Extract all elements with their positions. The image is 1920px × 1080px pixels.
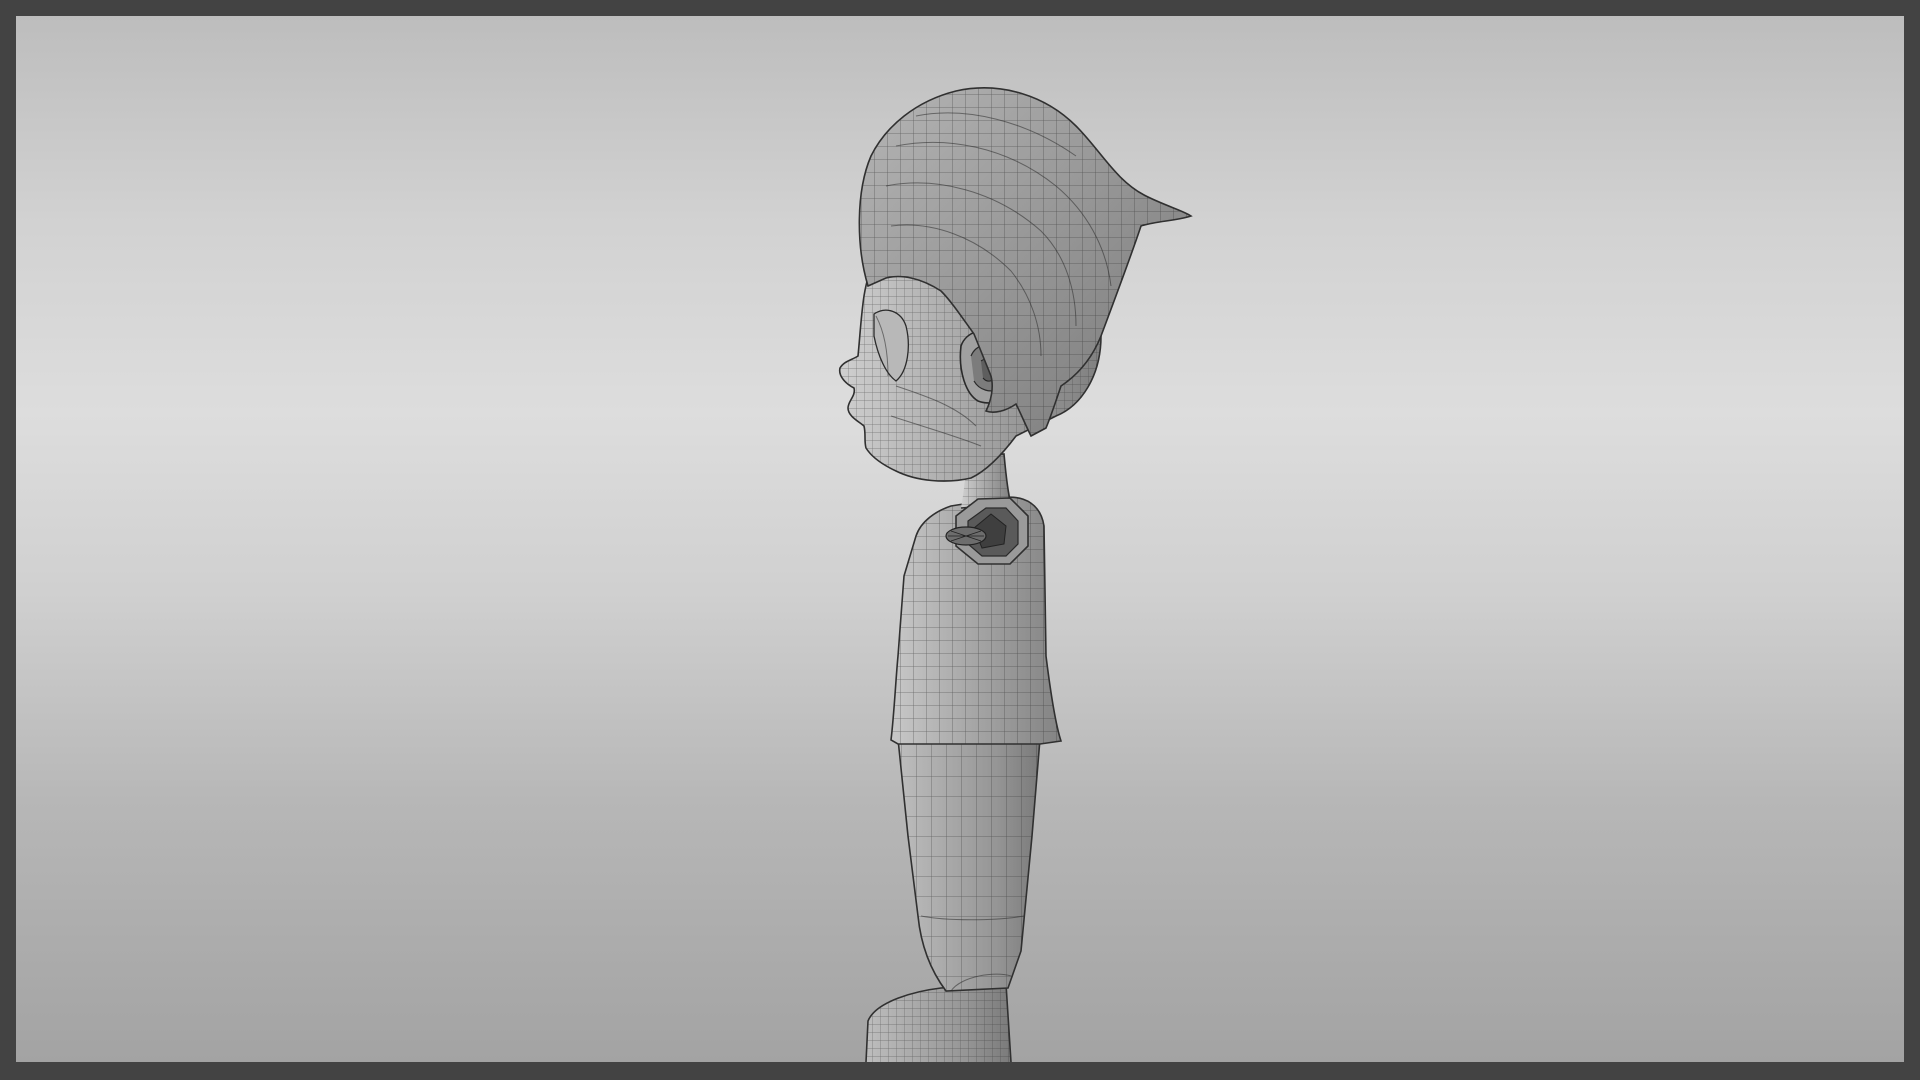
pants bbox=[897, 738, 1041, 992]
window-frame bbox=[0, 0, 1920, 1080]
shoe bbox=[865, 983, 1012, 1062]
3d-viewport[interactable] bbox=[16, 16, 1904, 1062]
hand-detail bbox=[945, 526, 987, 546]
character-model[interactable] bbox=[16, 16, 1904, 1062]
